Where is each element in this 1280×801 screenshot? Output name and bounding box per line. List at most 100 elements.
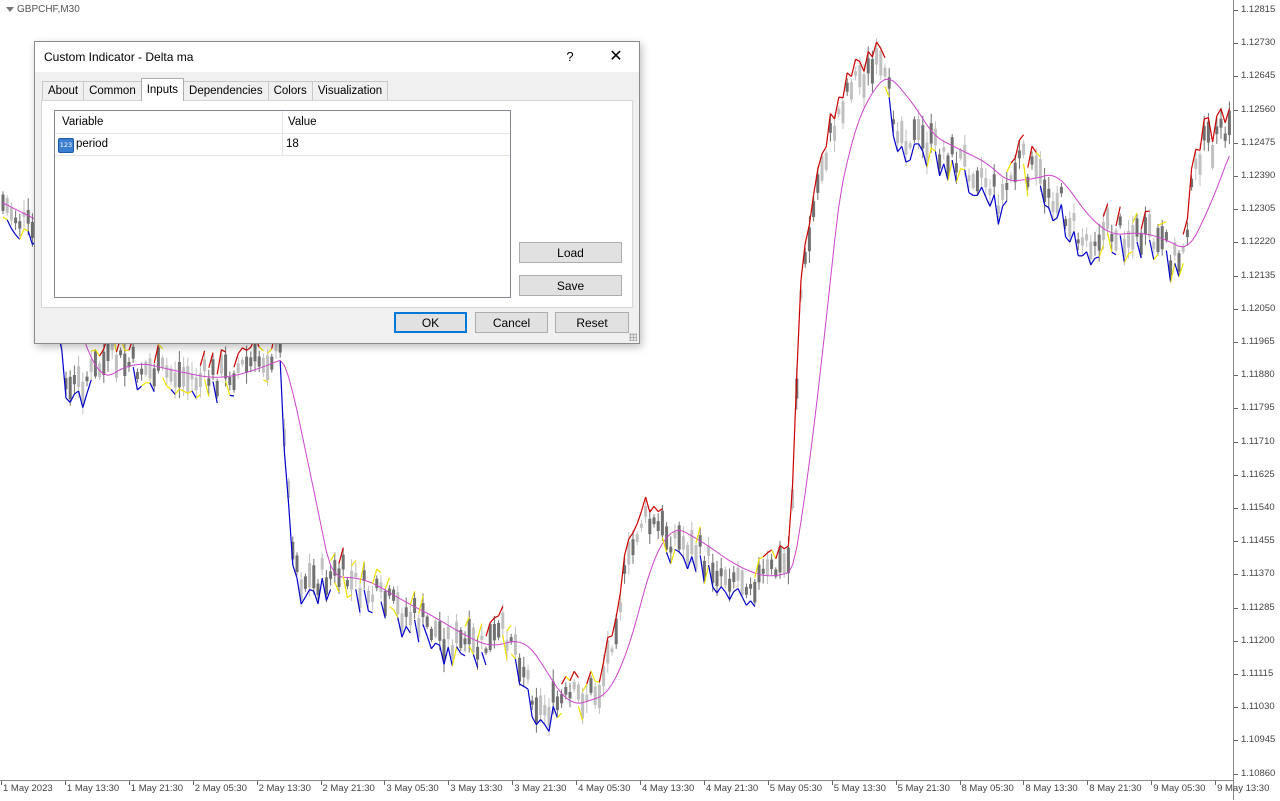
- delta-line-segment: [1011, 158, 1015, 163]
- help-button[interactable]: ?: [555, 46, 585, 68]
- candle-body: [1199, 154, 1202, 174]
- candle-body: [115, 355, 118, 378]
- candle-body: [480, 636, 483, 640]
- dropdown-triangle-icon[interactable]: [6, 7, 14, 12]
- column-divider[interactable]: [282, 111, 283, 133]
- candle-body: [682, 536, 685, 549]
- tab-dependencies[interactable]: Dependencies: [183, 81, 269, 101]
- delta-line-segment: [1112, 252, 1116, 255]
- time-tick: 2 May 21:30: [323, 783, 375, 794]
- candle-body: [833, 126, 836, 141]
- candle-body: [627, 542, 630, 565]
- time-tick: 8 May 05:30: [962, 783, 1014, 794]
- delta-line-segment: [331, 554, 335, 561]
- number-icon: 123: [58, 138, 74, 153]
- delta-line-segment: [830, 114, 834, 119]
- candle-body: [241, 360, 244, 365]
- candle-body: [1224, 134, 1227, 141]
- candle-body: [1010, 175, 1013, 179]
- candle-body: [354, 573, 357, 577]
- table-header: Variable Value: [55, 111, 510, 134]
- delta-line-segment: [1082, 252, 1086, 256]
- tab-visualization[interactable]: Visualization: [312, 81, 388, 101]
- candle-body: [674, 532, 677, 539]
- candle-body: [493, 624, 496, 640]
- candle-body: [543, 705, 546, 715]
- variable-cell[interactable]: period: [76, 138, 108, 150]
- candle-body: [338, 568, 341, 587]
- time-axis[interactable]: 1 May 20231 May 13:301 May 21:302 May 05…: [0, 780, 1233, 801]
- candle-body: [842, 101, 845, 123]
- delta-line-segment: [524, 686, 528, 689]
- delta-line-segment: [759, 557, 763, 559]
- resize-grip-icon[interactable]: [629, 333, 637, 341]
- reset-button[interactable]: Reset: [555, 312, 629, 333]
- delta-line-segment: [310, 590, 314, 592]
- inputs-table[interactable]: Variable Value 123 period 18: [54, 110, 511, 298]
- candle-body: [464, 638, 467, 644]
- candle-body: [27, 210, 30, 224]
- candle-body: [732, 572, 735, 582]
- load-button[interactable]: Load: [519, 242, 622, 263]
- candle-body: [1014, 163, 1017, 183]
- candle-body: [237, 363, 240, 373]
- dialog-titlebar[interactable]: Custom Indicator - Delta ma ? ✕: [35, 42, 639, 72]
- candle-body: [913, 119, 916, 140]
- delta-line-segment: [1074, 231, 1078, 255]
- candle-body: [1178, 253, 1181, 272]
- chart-symbol-label[interactable]: GBPCHF,M30: [6, 4, 80, 15]
- delta-line-segment: [717, 587, 721, 593]
- column-header-value[interactable]: Value: [288, 116, 317, 128]
- candle-body: [678, 525, 681, 549]
- delta-line-segment: [24, 229, 28, 232]
- time-tick: 4 May 21:30: [706, 783, 758, 794]
- candle-body: [858, 65, 861, 87]
- delta-line-segment: [230, 395, 234, 396]
- candle-body: [430, 629, 433, 640]
- tab-inputs[interactable]: Inputs: [141, 78, 184, 101]
- candle-body: [980, 168, 983, 178]
- delta-line-segment: [595, 681, 599, 682]
- ok-button[interactable]: OK: [394, 312, 467, 333]
- candle-body: [611, 648, 614, 652]
- candle-body: [262, 358, 265, 373]
- candle-body: [527, 670, 530, 679]
- delta-line-segment: [268, 349, 272, 354]
- tab-about[interactable]: About: [42, 81, 84, 101]
- delta-line-segment: [1007, 163, 1011, 172]
- delta-line-segment: [797, 280, 801, 374]
- delta-line-segment: [20, 229, 24, 240]
- candle-body: [867, 58, 870, 73]
- candle-body: [716, 571, 719, 586]
- time-tick: 4 May 05:30: [578, 783, 630, 794]
- candle-body: [590, 678, 593, 693]
- save-button[interactable]: Save: [519, 275, 622, 296]
- time-tick: 1 May 2023: [3, 783, 53, 794]
- delta-line-segment: [889, 97, 893, 136]
- time-tick: 8 May 13:30: [1025, 783, 1077, 794]
- candle-body: [522, 667, 525, 678]
- price-axis[interactable]: 1.128151.127301.126451.125601.124751.123…: [1233, 0, 1280, 800]
- candle-body: [1110, 234, 1113, 242]
- candle-body: [581, 694, 584, 719]
- candle-body: [984, 178, 987, 187]
- table-row[interactable]: 123 period 18: [55, 135, 510, 156]
- cancel-button[interactable]: Cancel: [475, 312, 548, 333]
- value-cell[interactable]: 18: [286, 138, 299, 150]
- candle-body: [900, 121, 903, 144]
- tab-colors[interactable]: Colors: [268, 81, 313, 101]
- candle-body: [896, 131, 899, 143]
- delta-line-segment: [839, 97, 843, 98]
- tab-common[interactable]: Common: [83, 81, 142, 101]
- delta-line-segment: [490, 618, 494, 623]
- candle-body: [254, 341, 257, 361]
- candle-body: [993, 174, 996, 186]
- delta-line-segment: [835, 97, 839, 119]
- delta-line-segment: [969, 193, 973, 196]
- close-icon[interactable]: ✕: [601, 46, 631, 68]
- candle-body: [1215, 126, 1218, 134]
- candle-body: [1194, 159, 1197, 169]
- candle-body: [413, 598, 416, 613]
- candle-body: [434, 621, 437, 637]
- column-header-variable[interactable]: Variable: [62, 116, 103, 128]
